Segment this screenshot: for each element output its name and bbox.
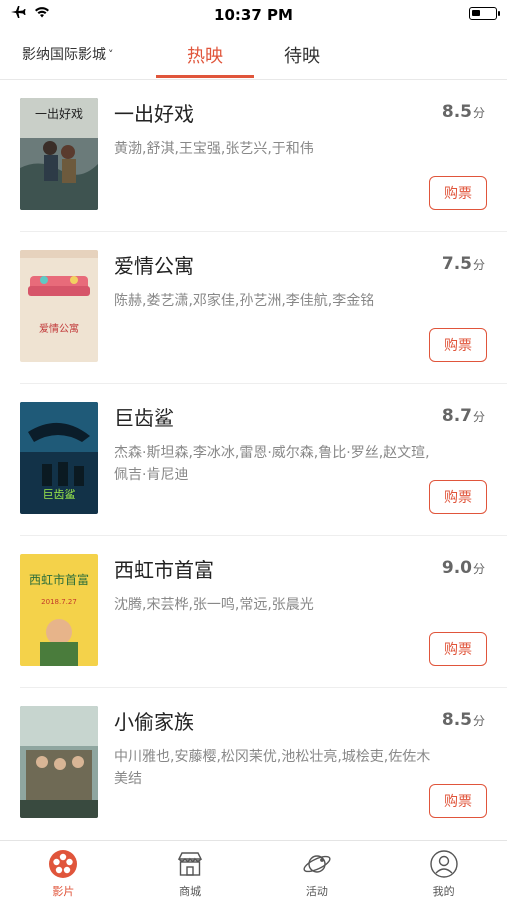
svg-text:西虹市首富: 西虹市首富 bbox=[29, 572, 89, 587]
buy-ticket-button[interactable]: 购票 bbox=[429, 784, 487, 818]
tab-coming-soon[interactable]: 待映 bbox=[254, 42, 350, 68]
movie-score: 8.7分 bbox=[441, 406, 485, 426]
movie-score: 9.0分 bbox=[441, 558, 485, 578]
tabbar-label: 影片 bbox=[52, 885, 75, 898]
film-reel-icon bbox=[49, 850, 78, 878]
buy-ticket-button[interactable]: 购票 bbox=[429, 176, 487, 210]
user-icon bbox=[429, 850, 458, 878]
movie-actors: 黄渤,舒淇,王宝强,张艺兴,于和伟 bbox=[114, 141, 314, 157]
movie-poster: 一出好戏 bbox=[20, 98, 98, 210]
svg-text:2018.7.27: 2018.7.27 bbox=[41, 598, 77, 606]
shop-icon bbox=[177, 852, 203, 876]
movie-item[interactable]: 小偷家族 8.5分 中川雅也,安藤樱,松冈茉优,池松壮亮,城桧吏,佐佐木美结 购… bbox=[20, 688, 507, 840]
movie-score: 7.5分 bbox=[441, 254, 485, 274]
tab-now-showing[interactable]: 热映 bbox=[157, 42, 253, 68]
movie-poster: 巨齿鲨 bbox=[20, 402, 98, 514]
movie-list: 一出好戏 一出好戏 8.5分 黄渤,舒淇,王宝强,张艺兴,于和伟 购票 爱情公寓… bbox=[0, 80, 507, 840]
buy-ticket-button[interactable]: 购票 bbox=[429, 632, 487, 666]
movie-item[interactable]: 巨齿鲨 巨齿鲨 8.7分 杰森·斯坦森,李冰冰,雷恩·威尔森,鲁比·罗丝,赵文瑄… bbox=[20, 384, 507, 536]
movie-title: 小偷家族 bbox=[114, 710, 194, 734]
movie-title: 一出好戏 bbox=[114, 102, 194, 126]
planet-icon bbox=[303, 855, 331, 873]
tabbar-item-events[interactable]: 活动 bbox=[254, 841, 381, 900]
movie-title: 西虹市首富 bbox=[114, 558, 214, 582]
movie-actors: 沈腾,宋芸桦,张一鸣,常远,张晨光 bbox=[114, 597, 314, 613]
tabbar-item-shop[interactable]: 商城 bbox=[127, 841, 254, 900]
movie-title: 爱情公寓 bbox=[114, 254, 194, 278]
buy-ticket-button[interactable]: 购票 bbox=[429, 328, 487, 362]
svg-text:爱情公寓: 爱情公寓 bbox=[39, 322, 79, 335]
svg-text:巨齿鲨: 巨齿鲨 bbox=[43, 488, 76, 501]
tabbar-label: 商城 bbox=[179, 885, 202, 898]
status-left bbox=[10, 5, 50, 19]
status-right bbox=[469, 7, 500, 20]
tabbar-label: 我的 bbox=[432, 885, 455, 898]
movie-actors: 中川雅也,安藤樱,松冈茉优,池松壮亮,城桧吏,佐佐木美结 bbox=[114, 749, 431, 787]
bottom-tab-bar: 影片 商城 活动 我的 bbox=[0, 840, 507, 900]
movie-score: 8.5分 bbox=[441, 710, 485, 730]
movie-actors: 杰森·斯坦森,李冰冰,雷恩·威尔森,鲁比·罗丝,赵文瑄,佩吉·肯尼迪 bbox=[114, 445, 430, 483]
buy-ticket-button[interactable]: 购票 bbox=[429, 480, 487, 514]
status-bar: 10:37 PM bbox=[0, 0, 507, 30]
cinema-name: 影纳国际影城 bbox=[22, 47, 106, 63]
chevron-down-icon: ˅ bbox=[108, 47, 114, 61]
tabbar-item-mine[interactable]: 我的 bbox=[380, 841, 507, 900]
wifi-icon bbox=[35, 7, 49, 18]
svg-text:一出好戏: 一出好戏 bbox=[35, 107, 83, 121]
tabbar-label: 活动 bbox=[305, 885, 328, 898]
movie-poster bbox=[20, 706, 98, 818]
movie-poster: 爱情公寓 bbox=[20, 250, 98, 362]
top-nav: 影纳国际影城 ˅ 热映 待映 bbox=[0, 30, 507, 80]
tabbar-item-films[interactable]: 影片 bbox=[0, 841, 127, 900]
movie-score: 8.5分 bbox=[441, 102, 485, 122]
battery-icon bbox=[469, 7, 500, 20]
tab-active-indicator bbox=[156, 75, 254, 78]
status-time: 10:37 PM bbox=[214, 6, 293, 24]
movie-item[interactable]: 一出好戏 一出好戏 8.5分 黄渤,舒淇,王宝强,张艺兴,于和伟 购票 bbox=[20, 80, 507, 232]
cinema-selector[interactable]: 影纳国际影城 ˅ bbox=[22, 44, 127, 64]
movie-item[interactable]: 西虹市首富 2018.7.27 西虹市首富 9.0分 沈腾,宋芸桦,张一鸣,常远… bbox=[20, 536, 507, 688]
movie-actors: 陈赫,娄艺潇,邓家佳,孙艺洲,李佳航,李金铭 bbox=[114, 293, 375, 309]
movie-title: 巨齿鲨 bbox=[114, 406, 174, 430]
movie-item[interactable]: 爱情公寓 爱情公寓 7.5分 陈赫,娄艺潇,邓家佳,孙艺洲,李佳航,李金铭 购票 bbox=[20, 232, 507, 384]
movie-poster: 西虹市首富 2018.7.27 bbox=[20, 554, 98, 666]
airplane-icon bbox=[11, 6, 26, 18]
